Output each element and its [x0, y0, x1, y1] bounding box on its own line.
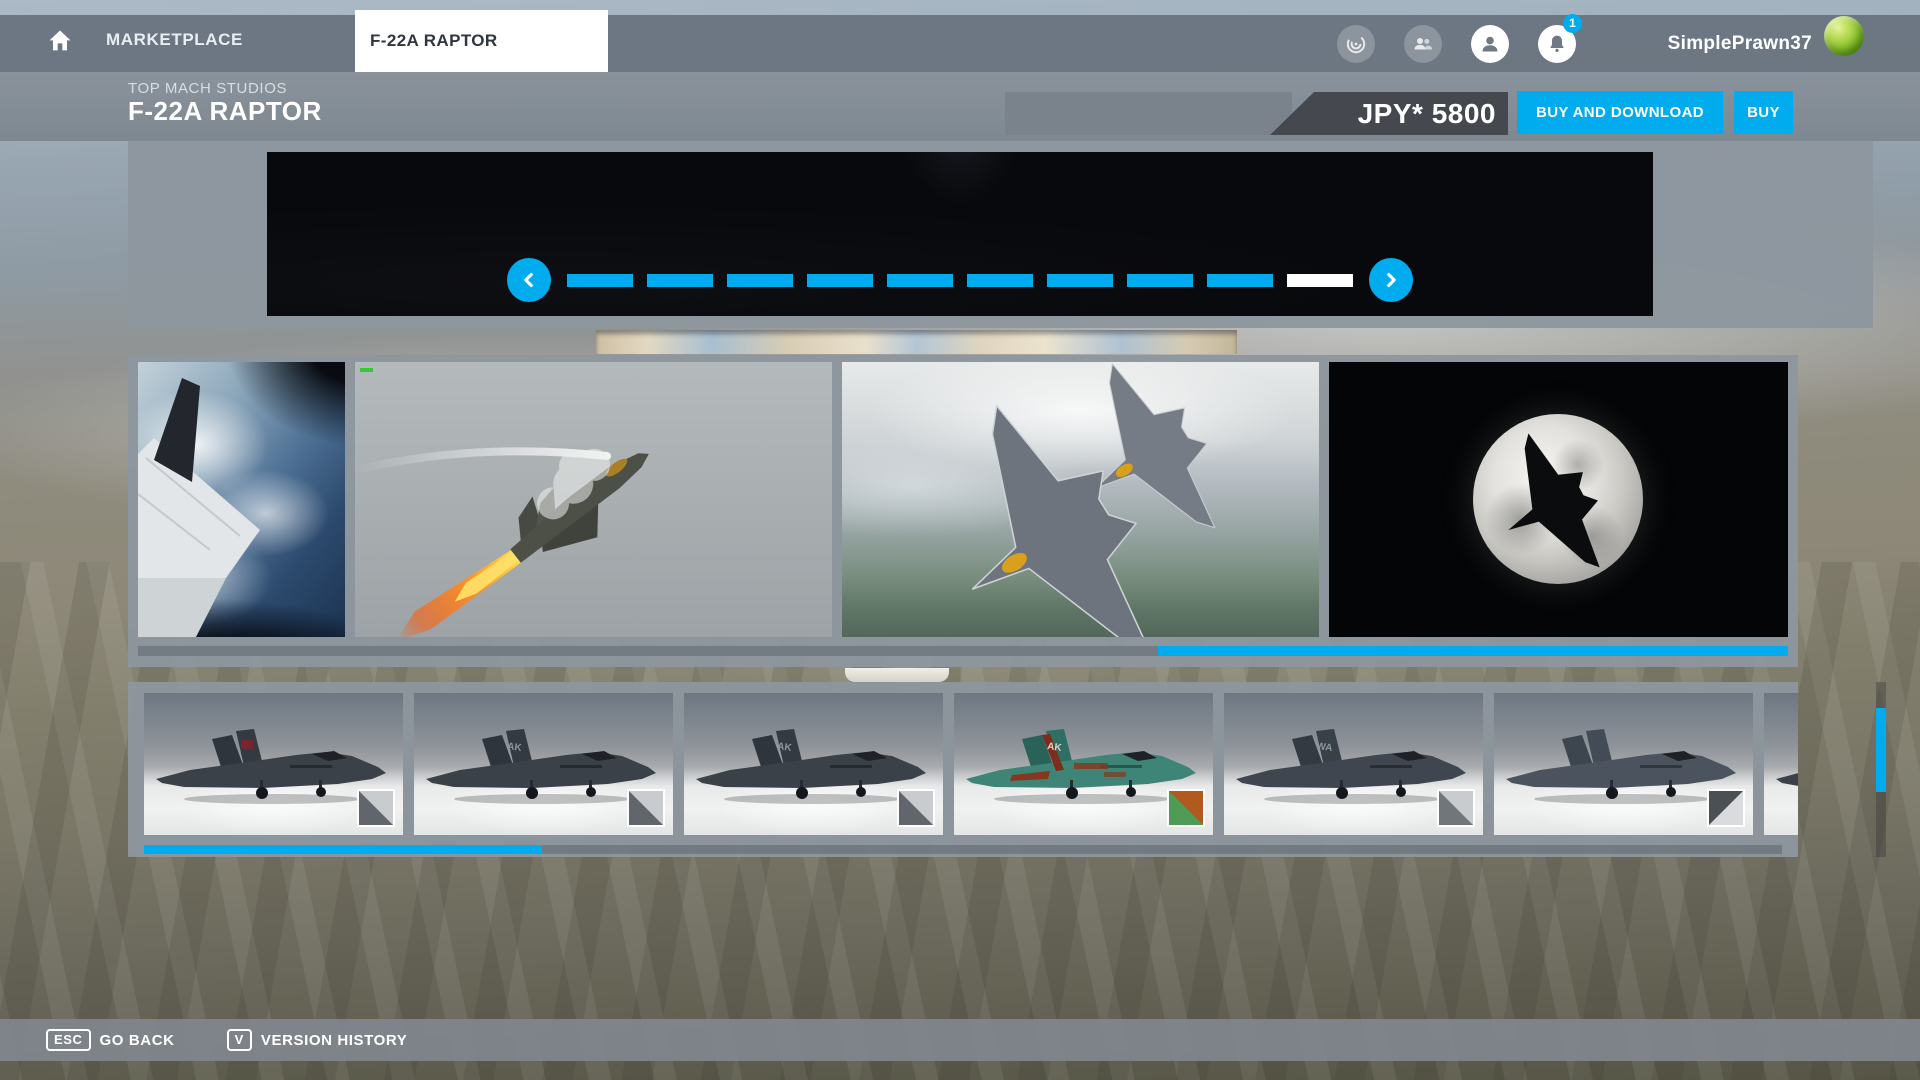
carousel-page-dash-5[interactable]: [887, 274, 953, 287]
carousel-controls: [267, 258, 1653, 302]
esc-key-icon: ESC: [46, 1029, 91, 1051]
livery-color-swatch: [1437, 789, 1475, 827]
livery-scrollbar[interactable]: [144, 845, 1782, 854]
svg-text:WA: WA: [1316, 741, 1333, 754]
screenshot-wing-over-earth[interactable]: [138, 362, 345, 637]
screenshot-gallery-scrollbar[interactable]: [138, 646, 1788, 656]
avatar[interactable]: [1824, 16, 1864, 56]
marketplace-tab[interactable]: MARKETPLACE: [106, 15, 243, 65]
page-title: F-22A RAPTOR: [128, 96, 322, 127]
marketplace-tab-label: MARKETPLACE: [106, 30, 243, 49]
friends-icon[interactable]: [1404, 25, 1442, 63]
svg-text:AK: AK: [506, 741, 523, 754]
profile-icon[interactable]: [1471, 25, 1509, 63]
livery-thumbnail-5[interactable]: WA: [1224, 693, 1483, 835]
carousel-pagination: [567, 274, 1353, 287]
go-back-action[interactable]: ESC GO BACK: [46, 1029, 175, 1051]
livery-thumbnail-2[interactable]: AK: [414, 693, 673, 835]
screenshot-gallery-panel: [128, 355, 1798, 667]
publisher-label: TOP MACH STUDIOS: [128, 80, 287, 97]
livery-scrollbar-thumb[interactable]: [144, 845, 542, 854]
carousel-page-dash-8[interactable]: [1127, 274, 1193, 287]
home-icon: [46, 43, 74, 58]
version-history-label: VERSION HISTORY: [261, 1032, 408, 1049]
livery-thumbnail-6[interactable]: [1494, 693, 1753, 835]
carousel-page-dash-9[interactable]: [1207, 274, 1273, 287]
carousel-prev-button[interactable]: [507, 258, 551, 302]
carousel-page-dash-6[interactable]: [967, 274, 1033, 287]
screenshot-formation-pair[interactable]: [842, 362, 1319, 637]
v-key-icon: V: [227, 1029, 252, 1051]
carousel-page-dash-10[interactable]: [1287, 274, 1353, 287]
livery-color-swatch: [1167, 789, 1205, 827]
livery-thumbnail-4[interactable]: AK: [954, 693, 1213, 835]
page-scrollbar[interactable]: [1876, 682, 1886, 857]
go-back-label: GO BACK: [100, 1032, 175, 1049]
buy-button[interactable]: BUY: [1734, 91, 1793, 134]
aircraft-underside-glimpse: [596, 330, 1237, 354]
username-label: SimplePrawn37: [1668, 15, 1812, 72]
livery-color-swatch: [357, 789, 395, 827]
livery-thumbnail-7[interactable]: [1764, 693, 1798, 835]
notification-badge: 1: [1563, 14, 1582, 33]
version-history-action[interactable]: V VERSION HISTORY: [227, 1029, 408, 1051]
carousel-page-dash-2[interactable]: [647, 274, 713, 287]
livery-thumbnail-3[interactable]: AK: [684, 693, 943, 835]
svg-text:AK: AK: [776, 741, 793, 754]
bottom-hint-bar: ESC GO BACK V VERSION HISTORY: [0, 1019, 1920, 1061]
carousel-page-dash-4[interactable]: [807, 274, 873, 287]
carousel-page-dash-3[interactable]: [727, 274, 793, 287]
marketplace-product-page: MARKETPLACE F-22A RAPTOR 1 SimplePrawn37…: [0, 0, 1920, 1080]
svg-text:AK: AK: [1046, 741, 1063, 754]
screenshot-afterburner-climb[interactable]: [355, 362, 832, 637]
product-tab[interactable]: F-22A RAPTOR: [355, 10, 608, 72]
community-icon[interactable]: [1337, 25, 1375, 63]
hero-carousel-image[interactable]: [267, 152, 1653, 316]
top-navbar: [0, 15, 1920, 72]
carousel-page-dash-7[interactable]: [1047, 274, 1113, 287]
selected-screenshot-indicator: [360, 368, 373, 372]
screenshot-moon-silhouette[interactable]: [1329, 362, 1788, 637]
livery-color-swatch: [897, 789, 935, 827]
livery-color-swatch: [627, 789, 665, 827]
price-bar: [1005, 92, 1292, 135]
livery-strip: WA AK AK AK: [128, 682, 1798, 857]
livery-thumbnail-1[interactable]: [144, 693, 403, 835]
hero-carousel-panel: [128, 141, 1873, 328]
home-tab[interactable]: [46, 27, 74, 55]
page-scrollbar-thumb[interactable]: [1876, 708, 1886, 792]
product-tab-label: F-22A RAPTOR: [370, 10, 608, 72]
carousel-page-dash-1[interactable]: [567, 274, 633, 287]
screenshot-scrollbar-thumb[interactable]: [1158, 646, 1788, 656]
carousel-next-button[interactable]: [1369, 258, 1413, 302]
buy-and-download-button[interactable]: BUY AND DOWNLOAD: [1517, 91, 1723, 134]
aircraft-engine-glimpse: [845, 668, 949, 682]
livery-color-swatch: [1707, 789, 1745, 827]
